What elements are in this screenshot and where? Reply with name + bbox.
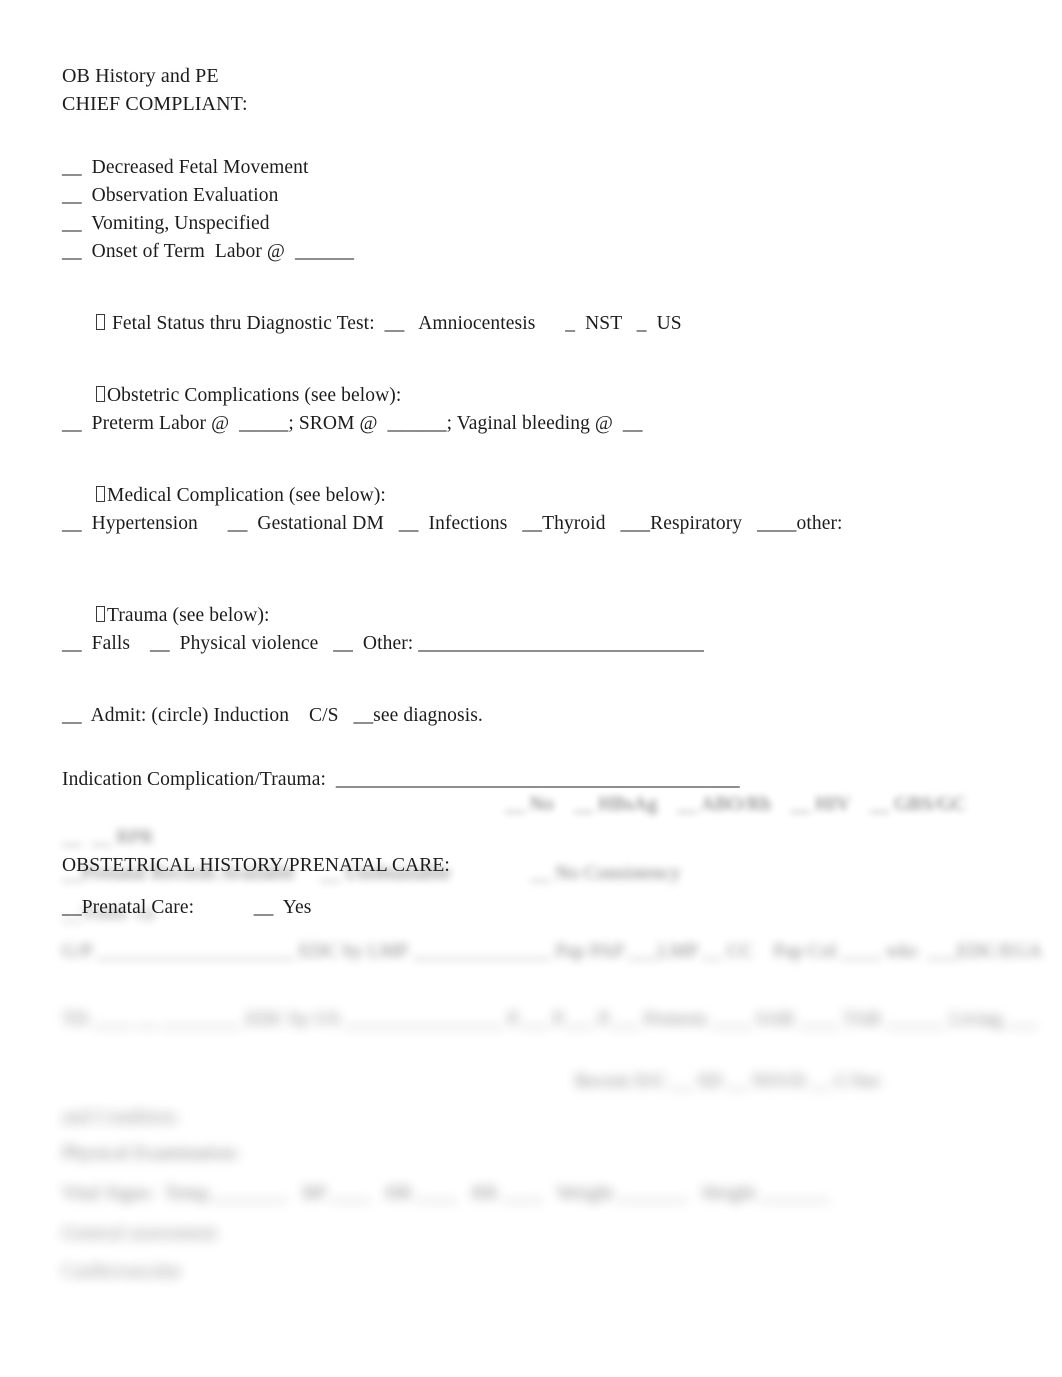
admit-line: __ Admit: (circle) Induction C/S __see d… <box>62 705 483 726</box>
medical-complication-heading: Medical Complication (see below): <box>107 485 386 506</box>
medical-complication-heading-row: Medical Complication (see below): <box>62 482 1002 510</box>
edd-line: TD ____ __ ________ EDC by US __________… <box>62 1009 1037 1030</box>
chief-complaint-item-0: __ Decreased Fetal Movement <box>62 157 309 178</box>
obstetric-complications-heading: Obstetric Complications (see below): <box>107 385 402 406</box>
prenatal-care-trailing-2: __ __ RPR <box>62 827 154 848</box>
chief-complaint-item-1: __ Observation Evaluation <box>62 185 279 206</box>
trailing-line: and Condition: <box>62 1107 180 1128</box>
prenatal-visits-line: __Visits ca <box>62 903 155 924</box>
trauma-detail: __ Falls __ Physical violence __ Other: … <box>62 633 704 654</box>
trauma-heading: Trauma (see below): <box>107 605 270 626</box>
physical-exam-heading: Physical Examination: <box>62 1143 241 1164</box>
missing-glyph-box-icon <box>96 386 105 402</box>
gravida-line: G/P ____________________ EDC by LMP ____… <box>62 941 1043 962</box>
indication-complication-trauma-line: Indication Complication/Trauma: ________… <box>62 769 740 790</box>
missing-glyph-box-icon <box>96 486 105 502</box>
general-assessment-line: General assessment <box>62 1223 218 1244</box>
fetal-status-label: Fetal Status thru Diagnostic Test: <box>107 313 375 334</box>
trauma-heading-row: Trauma (see below): <box>62 602 1002 630</box>
title-block: OB History and PE CHIEF COMPLIANT: <box>62 62 1002 118</box>
obstetric-complications-heading-row: Obstetric Complications (see below): <box>62 382 1002 410</box>
prenatal-records-line: __Prenatal Records Available __ Unobtain… <box>62 863 681 884</box>
document-page: OB History and PE CHIEF COMPLIANT: __ De… <box>0 0 1062 1377</box>
prenatal-care-line: __Prenatal Care: __ Yes <box>62 897 312 918</box>
chief-complaint-item-2: __ Vomiting, Unspecified <box>62 213 270 234</box>
vital-signs-line: Vital Signs: Temp________ BP ____ HR ___… <box>62 1183 830 1204</box>
obstetric-complications-detail: __ Preterm Labor @ _____; SROM @ ______;… <box>62 413 643 434</box>
cardiovascular-line: Cardiovascular <box>62 1261 182 1282</box>
fetal-status-options: __ Amniocentesis _ NST _ US <box>374 313 682 334</box>
missing-glyph-box-icon <box>96 314 105 330</box>
page-title: OB History and PE <box>62 65 219 87</box>
delivery-line: Recent D/C __ SD __ NSVD __ C/Sec <box>575 1071 883 1092</box>
missing-glyph-box-icon <box>96 606 105 622</box>
chief-complaint-heading: CHIEF COMPLIANT: <box>62 93 248 115</box>
fetal-status-row: Fetal Status thru Diagnostic Test: __ Am… <box>62 310 1002 338</box>
prenatal-care-trailing: __ No __ HBsAg __ ABO/Rh __ HIV __ GBS/G… <box>505 794 966 815</box>
medical-complication-detail: __ Hypertension __ Gestational DM __ Inf… <box>62 513 843 534</box>
chief-complaint-item-3: __ Onset of Term Labor @ ______ <box>62 241 355 262</box>
